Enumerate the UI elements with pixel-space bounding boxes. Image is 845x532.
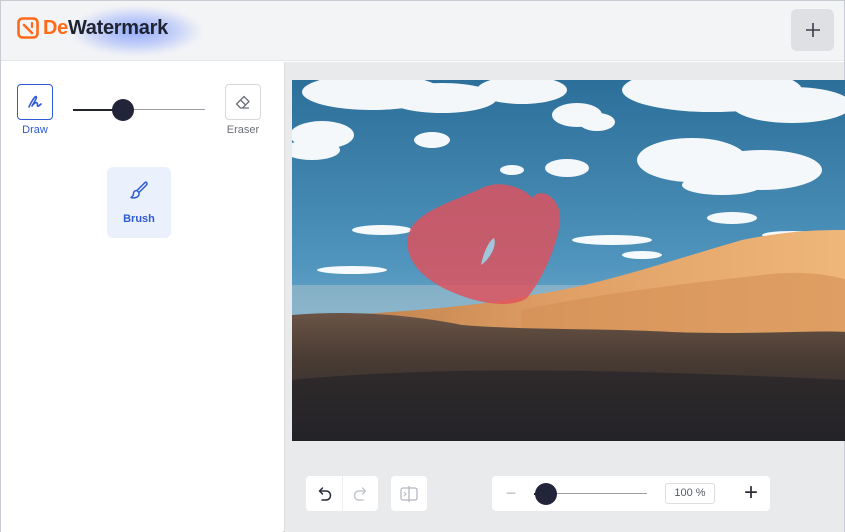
zoom-level-display[interactable]: 100 % [665,483,715,504]
zoom-in-button[interactable]: + [740,480,762,506]
redo-icon [353,486,366,501]
compare-button[interactable] [391,476,427,511]
zoom-controls: − 100 % + [492,476,770,511]
compare-split-icon [400,485,418,502]
desert-photo [292,80,845,441]
eraser-tool-button[interactable] [225,84,261,120]
editable-image[interactable] [292,80,845,441]
redo-button[interactable] [342,476,378,511]
canvas-area: − 100 % + [284,62,845,532]
brush-size-track [123,109,205,110]
undo-icon [318,486,332,501]
tool-panel: Draw Eraser Brush [1,62,283,532]
eraser-icon [235,95,250,109]
pen-scribble-icon [28,95,42,108]
zoom-out-button[interactable]: − [502,482,520,504]
top-header: De Watermark [1,1,844,61]
app-logo[interactable]: De Watermark [17,15,168,41]
undo-button[interactable] [306,476,342,511]
draw-label: Draw [22,124,48,136]
add-image-button[interactable] [791,9,834,51]
draw-tool-button[interactable] [17,84,53,120]
zoom-slider-handle[interactable] [535,483,557,505]
history-controls [306,476,378,511]
eraser-label: Eraser [226,124,260,136]
brush-button[interactable]: Brush [107,167,171,238]
plus-icon [805,23,820,37]
brush-label: Brush [123,213,155,225]
paintbrush-icon [130,181,148,199]
brush-size-slider[interactable] [73,98,205,122]
logo-text-de: De [43,16,68,39]
logo-text-watermark: Watermark [67,16,168,39]
logo-icon [17,17,39,39]
brush-size-handle[interactable] [112,99,134,121]
zoom-track [546,493,647,494]
